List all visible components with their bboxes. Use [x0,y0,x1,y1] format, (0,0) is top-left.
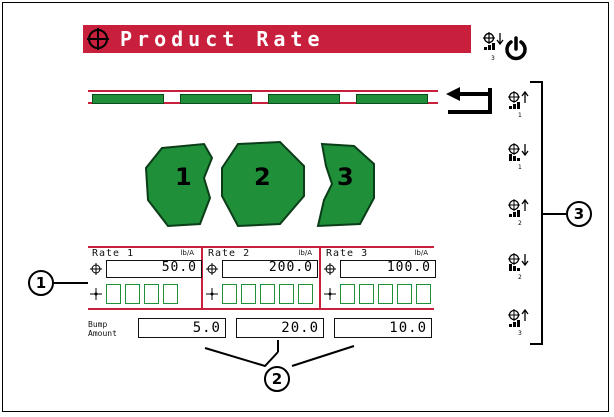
rate-1-header: Rate 1 [92,248,135,259]
rate-3-header: Rate 3 [326,248,369,259]
side-button-2-label: 1 [518,164,522,171]
bump-amount-3[interactable]: 10.0 [334,318,432,338]
bump-amount-1[interactable]: 5.0 [138,318,226,338]
rate-1-value[interactable]: 50.0 [106,260,202,278]
product-1-rate-up-icon[interactable] [507,90,529,112]
callout-3: 3 [566,201,592,227]
section-box[interactable] [416,284,431,304]
section-lane [268,94,340,104]
section-box[interactable] [298,284,313,304]
product-1-rate-down-icon[interactable] [507,142,529,164]
section-arrows-icon [206,288,218,300]
rate-2-value[interactable]: 200.0 [222,260,318,278]
section-arrows-icon [324,288,336,300]
product-rate-down-icon[interactable] [482,31,504,55]
bump-amount-label: Bump Amount [88,320,117,338]
header-icon-label: 3 [491,55,495,62]
section-lane [356,94,428,104]
rate-column-2: Rate 2 lb/A 200.0 [204,248,318,308]
power-icon[interactable] [503,36,529,62]
bump-label-line2: Amount [88,329,117,338]
section-box[interactable] [359,284,374,304]
section-box[interactable] [222,284,237,304]
section-box[interactable] [144,284,159,304]
rate-3-unit: lb/A [414,249,428,257]
section-box[interactable] [378,284,393,304]
rate-column-3: Rate 3 lb/A 100.0 [322,248,436,308]
side-button-4-label: 2 [518,274,522,281]
target-rate-icon [206,263,218,275]
page-title: Product Rate [120,27,325,51]
product-tank-2-label: 2 [254,163,271,191]
side-button-1-label: 1 [518,112,522,119]
section-lane-strip [88,90,438,104]
product-tank-3-label: 3 [337,163,354,191]
bump-label-line1: Bump [88,320,108,329]
section-box[interactable] [340,284,355,304]
column-divider [201,246,203,310]
section-box[interactable] [125,284,140,304]
section-box[interactable] [260,284,275,304]
section-box[interactable] [397,284,412,304]
rate-panel: Rate 1 lb/A 50.0 Rate 2 lb/A 200.0 Rate … [88,246,436,310]
section-box[interactable] [279,284,294,304]
product-3-rate-up-icon[interactable] [507,308,529,330]
target-crosshair-icon [87,28,109,50]
rate-1-unit: lb/A [180,249,194,257]
section-lane [92,94,164,104]
target-rate-icon [324,263,336,275]
section-box[interactable] [106,284,121,304]
column-divider [319,246,321,310]
rate-2-unit: lb/A [298,249,312,257]
callout-2: 2 [264,366,290,392]
product-tank-1-label: 1 [175,163,192,191]
callout-1: 1 [28,270,54,296]
rate-3-value[interactable]: 100.0 [340,260,436,278]
rate-2-header: Rate 2 [208,248,251,259]
product-2-rate-down-icon[interactable] [507,252,529,274]
section-box[interactable] [163,284,178,304]
side-button-3-label: 2 [518,220,522,227]
target-rate-icon [90,263,102,275]
rate-column-1: Rate 1 lb/A 50.0 [88,248,202,308]
section-box[interactable] [241,284,256,304]
section-arrows-icon [90,288,102,300]
product-2-rate-up-icon[interactable] [507,198,529,220]
bump-amount-2[interactable]: 20.0 [236,318,324,338]
return-arrow-icon[interactable] [444,84,496,118]
section-lane [180,94,252,104]
side-button-5-label: 3 [518,330,522,337]
